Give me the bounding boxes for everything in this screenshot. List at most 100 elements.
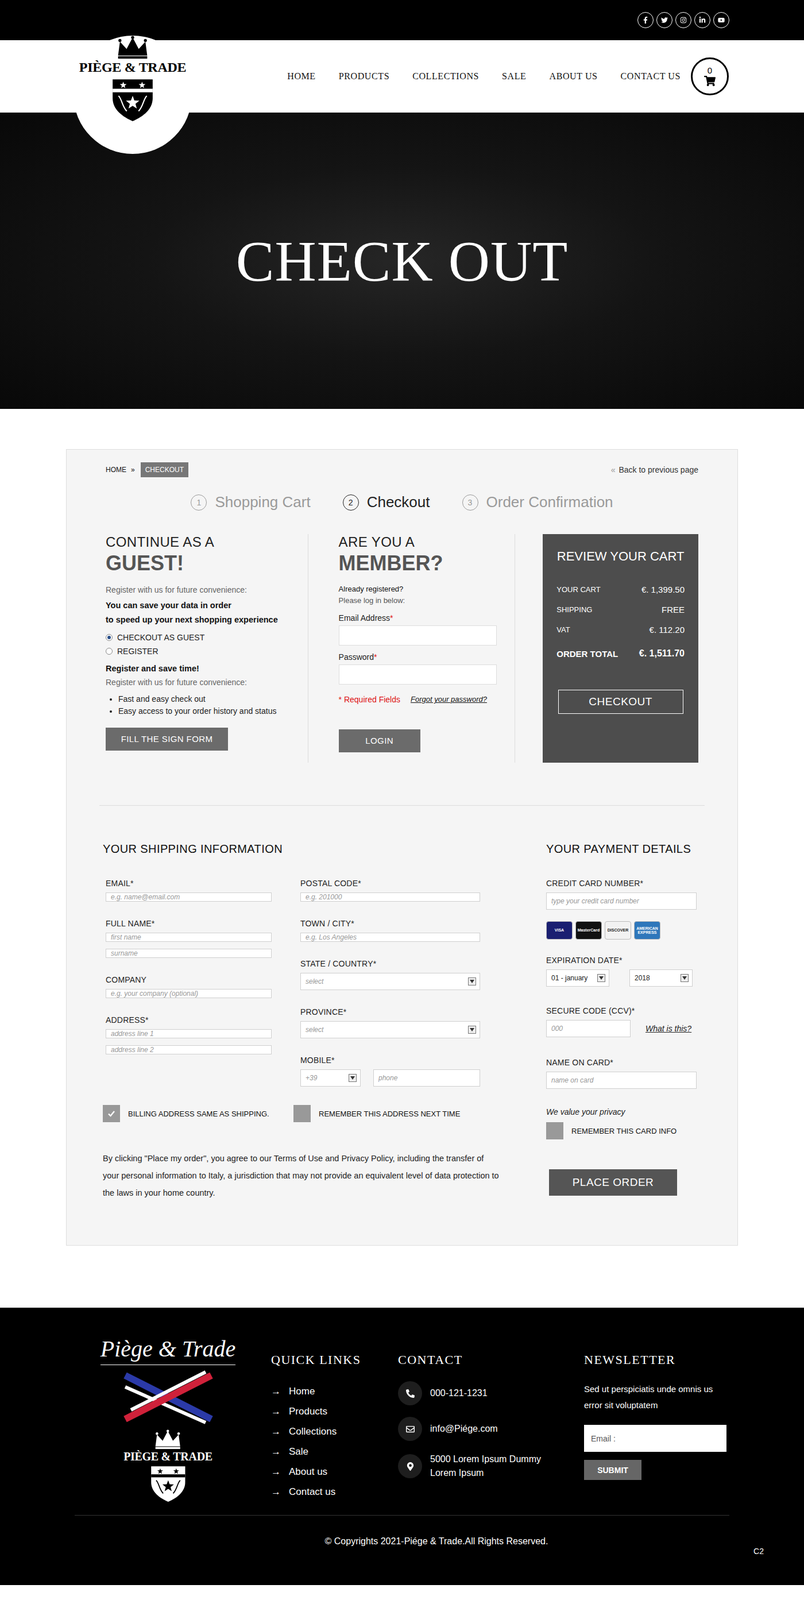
text-input[interactable] xyxy=(546,1071,697,1089)
muted-text: Register with us for future convenience: xyxy=(105,583,306,597)
text-input[interactable] xyxy=(105,892,272,902)
review-cart: REVIEW YOUR CARTYOUR CART€. 1,399.50SHIP… xyxy=(542,534,699,763)
text-input[interactable] xyxy=(546,1019,631,1038)
breadcrumb-item[interactable]: CHECKOUT xyxy=(140,462,189,478)
contact-icon-circle xyxy=(397,1454,423,1479)
ccv-help-link[interactable]: What is this? xyxy=(645,1023,692,1034)
checkbox[interactable] xyxy=(293,1104,311,1123)
corner-label: C2 xyxy=(753,1546,764,1556)
crest-logo: PIÈGE & TRADE xyxy=(123,1429,213,1504)
checkbox[interactable] xyxy=(102,1104,121,1123)
text-input[interactable] xyxy=(373,1069,481,1087)
action-button[interactable]: FILL THE SIGN FORM xyxy=(105,727,228,751)
nav-link[interactable]: COLLECTIONS xyxy=(412,71,479,82)
select-dropdown[interactable]: 2018 xyxy=(629,969,693,987)
payment-row: 01 - january 2018 xyxy=(546,969,699,987)
radio-button[interactable] xyxy=(105,634,113,641)
benefit-item: Easy access to your order history and st… xyxy=(118,705,306,718)
radio-button[interactable] xyxy=(105,647,113,655)
social-link[interactable] xyxy=(713,12,730,29)
text-input[interactable] xyxy=(300,932,481,942)
breadcrumb-item[interactable]: HOME xyxy=(105,462,127,478)
checkbox-row: BILLING ADDRESS SAME AS SHIPPING.REMEMBE… xyxy=(102,1104,505,1123)
footer-title: NEWSLETTER xyxy=(584,1352,728,1368)
radio-option[interactable]: CHECKOUT AS GUEST xyxy=(105,632,306,643)
input-stack xyxy=(300,892,481,902)
review-row: SHIPPINGFREE xyxy=(555,604,686,615)
form-field: FULL NAME* xyxy=(105,918,272,958)
checkbox-option[interactable]: REMEMBER THIS CARD INFO xyxy=(546,1122,699,1140)
hero-title: CHECK OUT xyxy=(236,227,568,295)
checkbox-option[interactable]: REMEMBER THIS ADDRESS NEXT TIME xyxy=(293,1104,461,1123)
text-input[interactable] xyxy=(338,664,497,685)
social-link[interactable] xyxy=(637,12,654,29)
card-brand-badge: AMERICAN EXPRESS xyxy=(634,921,661,940)
quick-link[interactable]: →Products xyxy=(271,1401,398,1422)
submit-button[interactable]: SUBMIT xyxy=(584,1459,642,1480)
benefit-item: Fast and easy check out xyxy=(118,693,306,706)
cart-count: 0 xyxy=(707,66,713,76)
required-row: * Required FieldsForgot your password? xyxy=(338,694,504,705)
shipping-info: YOUR SHIPPING INFORMATIONEMAIL*FULL NAME… xyxy=(102,842,505,1202)
social-link[interactable] xyxy=(656,12,673,29)
nav-link[interactable]: ABOUT US xyxy=(549,71,598,82)
select-dropdown[interactable]: select xyxy=(300,972,481,991)
text-input[interactable] xyxy=(105,1045,272,1055)
step[interactable]: 1Shopping Cart xyxy=(190,493,311,512)
field-label: Email Address* xyxy=(338,613,504,623)
step[interactable]: 3Order Confirmation xyxy=(462,493,614,512)
arrow-icon: → xyxy=(271,1381,281,1402)
nav-link[interactable]: CONTACT US xyxy=(620,71,681,82)
input-stack: select xyxy=(300,1021,481,1039)
contact-icon-circle xyxy=(397,1381,423,1406)
text-input[interactable] xyxy=(546,892,697,910)
text-input[interactable] xyxy=(105,988,272,999)
checkbox[interactable] xyxy=(546,1122,564,1140)
nav-link[interactable]: HOME xyxy=(287,71,316,82)
shipping-grid: EMAIL*FULL NAME*COMPANYADDRESS*POSTAL CO… xyxy=(102,878,505,1104)
form-section: YOUR SHIPPING INFORMATIONEMAIL*FULL NAME… xyxy=(105,842,699,1202)
page-body: HOME»CHECKOUT«Back to previous page1Shop… xyxy=(0,408,804,1308)
text-input[interactable] xyxy=(105,948,272,958)
checkout-button[interactable]: CHECKOUT xyxy=(558,689,684,714)
forgot-password-link[interactable]: Forgot your password? xyxy=(410,694,487,704)
strong-text: to speed up your next shopping experienc… xyxy=(105,612,306,628)
form-field: PROVINCE*select xyxy=(300,1007,481,1039)
checkbox-option[interactable]: BILLING ADDRESS SAME AS SHIPPING. xyxy=(102,1104,294,1123)
action-button[interactable]: LOGIN xyxy=(338,729,421,753)
logo[interactable]: PIÈGE & TRADE xyxy=(73,35,192,154)
quick-link[interactable]: →Home xyxy=(271,1381,398,1402)
radio-option[interactable]: REGISTER xyxy=(105,646,306,656)
step[interactable]: 2Checkout xyxy=(342,493,431,512)
newsletter-email-input[interactable] xyxy=(584,1424,727,1452)
triangle-icon xyxy=(469,979,475,984)
account-columns: CONTINUE AS AGUEST!Register with us for … xyxy=(105,534,699,763)
social-link[interactable] xyxy=(675,12,692,29)
cart-button[interactable]: 0 xyxy=(690,57,729,96)
shield-icon xyxy=(148,1463,189,1504)
arrow-icon: → xyxy=(271,1401,281,1422)
back-link[interactable]: «Back to previous page xyxy=(611,465,699,475)
select-dropdown[interactable]: +39 xyxy=(300,1069,361,1087)
review-label: SHIPPING xyxy=(556,605,593,614)
quick-link[interactable]: →About us xyxy=(271,1461,398,1482)
input-stack xyxy=(300,932,481,942)
text-input[interactable] xyxy=(105,932,272,942)
field-label: EMAIL* xyxy=(105,878,272,888)
nav-link[interactable]: SALE xyxy=(501,71,527,82)
select-dropdown[interactable]: 01 - january xyxy=(546,969,610,987)
text-input[interactable] xyxy=(300,892,481,902)
nav-link[interactable]: PRODUCTS xyxy=(338,71,390,82)
select-dropdown[interactable]: select xyxy=(300,1021,481,1039)
social-link[interactable] xyxy=(694,12,711,29)
heading-title: MEMBER? xyxy=(338,550,504,576)
select-arrow-icon xyxy=(348,1073,357,1082)
text-input[interactable] xyxy=(105,1029,272,1039)
place-order-button[interactable]: PLACE ORDER xyxy=(549,1169,678,1196)
quick-link[interactable]: →Contact us xyxy=(271,1481,398,1502)
text-input[interactable] xyxy=(338,625,497,646)
quick-link[interactable]: →Sale xyxy=(271,1441,398,1462)
map-pin-icon xyxy=(406,1462,415,1471)
field-label: ADDRESS* xyxy=(105,1015,272,1025)
quick-link[interactable]: →Collections xyxy=(271,1421,398,1442)
